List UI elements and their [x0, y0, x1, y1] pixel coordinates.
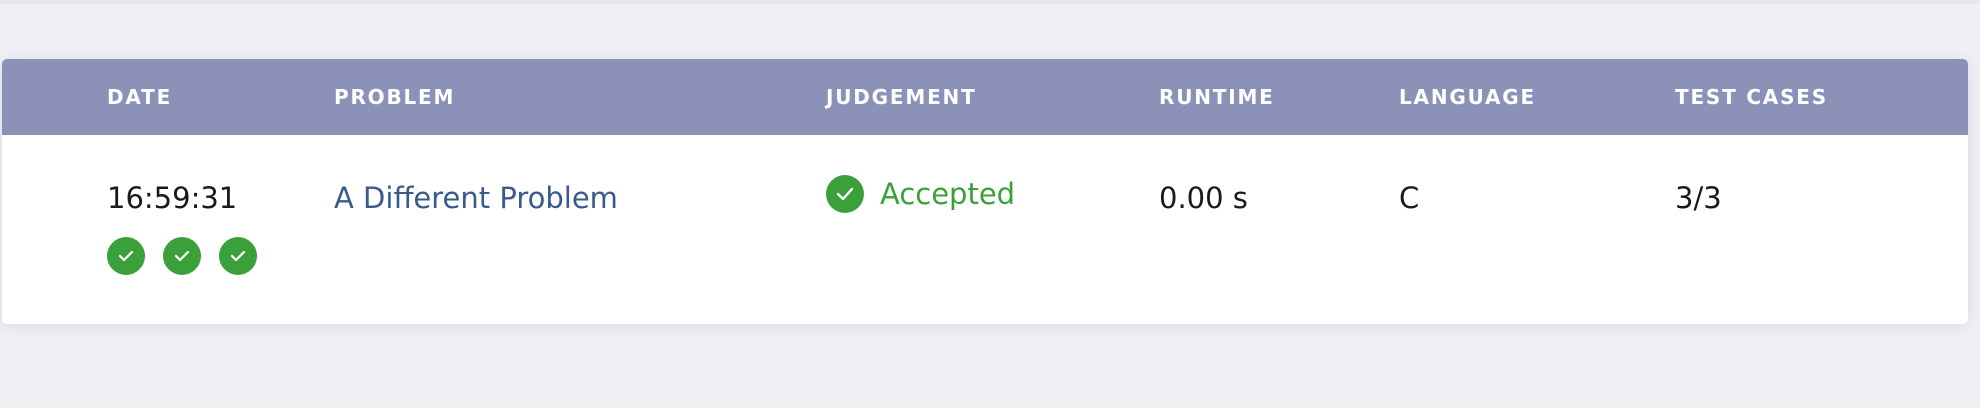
test-passed-icon[interactable]	[107, 237, 145, 275]
test-passed-icon[interactable]	[219, 237, 257, 275]
test-cases-value: 3/3	[1675, 181, 1722, 215]
test-passed-icon[interactable]	[163, 237, 201, 275]
test-case-results	[107, 237, 257, 275]
judgement-status: Accepted	[826, 175, 1015, 213]
top-band	[0, 0, 1980, 4]
header-problem: PROBLEM	[334, 85, 456, 109]
table-row: 16:59:31 A Different Problem Accepted 0.…	[2, 135, 1968, 324]
header-judgement: JUDGEMENT	[826, 85, 977, 109]
table-header: DATE PROBLEM JUDGEMENT RUNTIME LANGUAGE …	[2, 59, 1968, 135]
judgement-label: Accepted	[880, 177, 1016, 211]
header-language: LANGUAGE	[1399, 85, 1536, 109]
submission-date: 16:59:31	[107, 181, 238, 215]
header-test-cases: TEST CASES	[1675, 85, 1828, 109]
language-value: C	[1399, 181, 1420, 215]
header-runtime: RUNTIME	[1159, 85, 1275, 109]
check-circle-icon	[826, 175, 864, 213]
submissions-table: DATE PROBLEM JUDGEMENT RUNTIME LANGUAGE …	[2, 59, 1968, 324]
problem-link[interactable]: A Different Problem	[334, 181, 618, 215]
runtime-value: 0.00 s	[1159, 181, 1248, 215]
header-date: DATE	[107, 85, 173, 109]
